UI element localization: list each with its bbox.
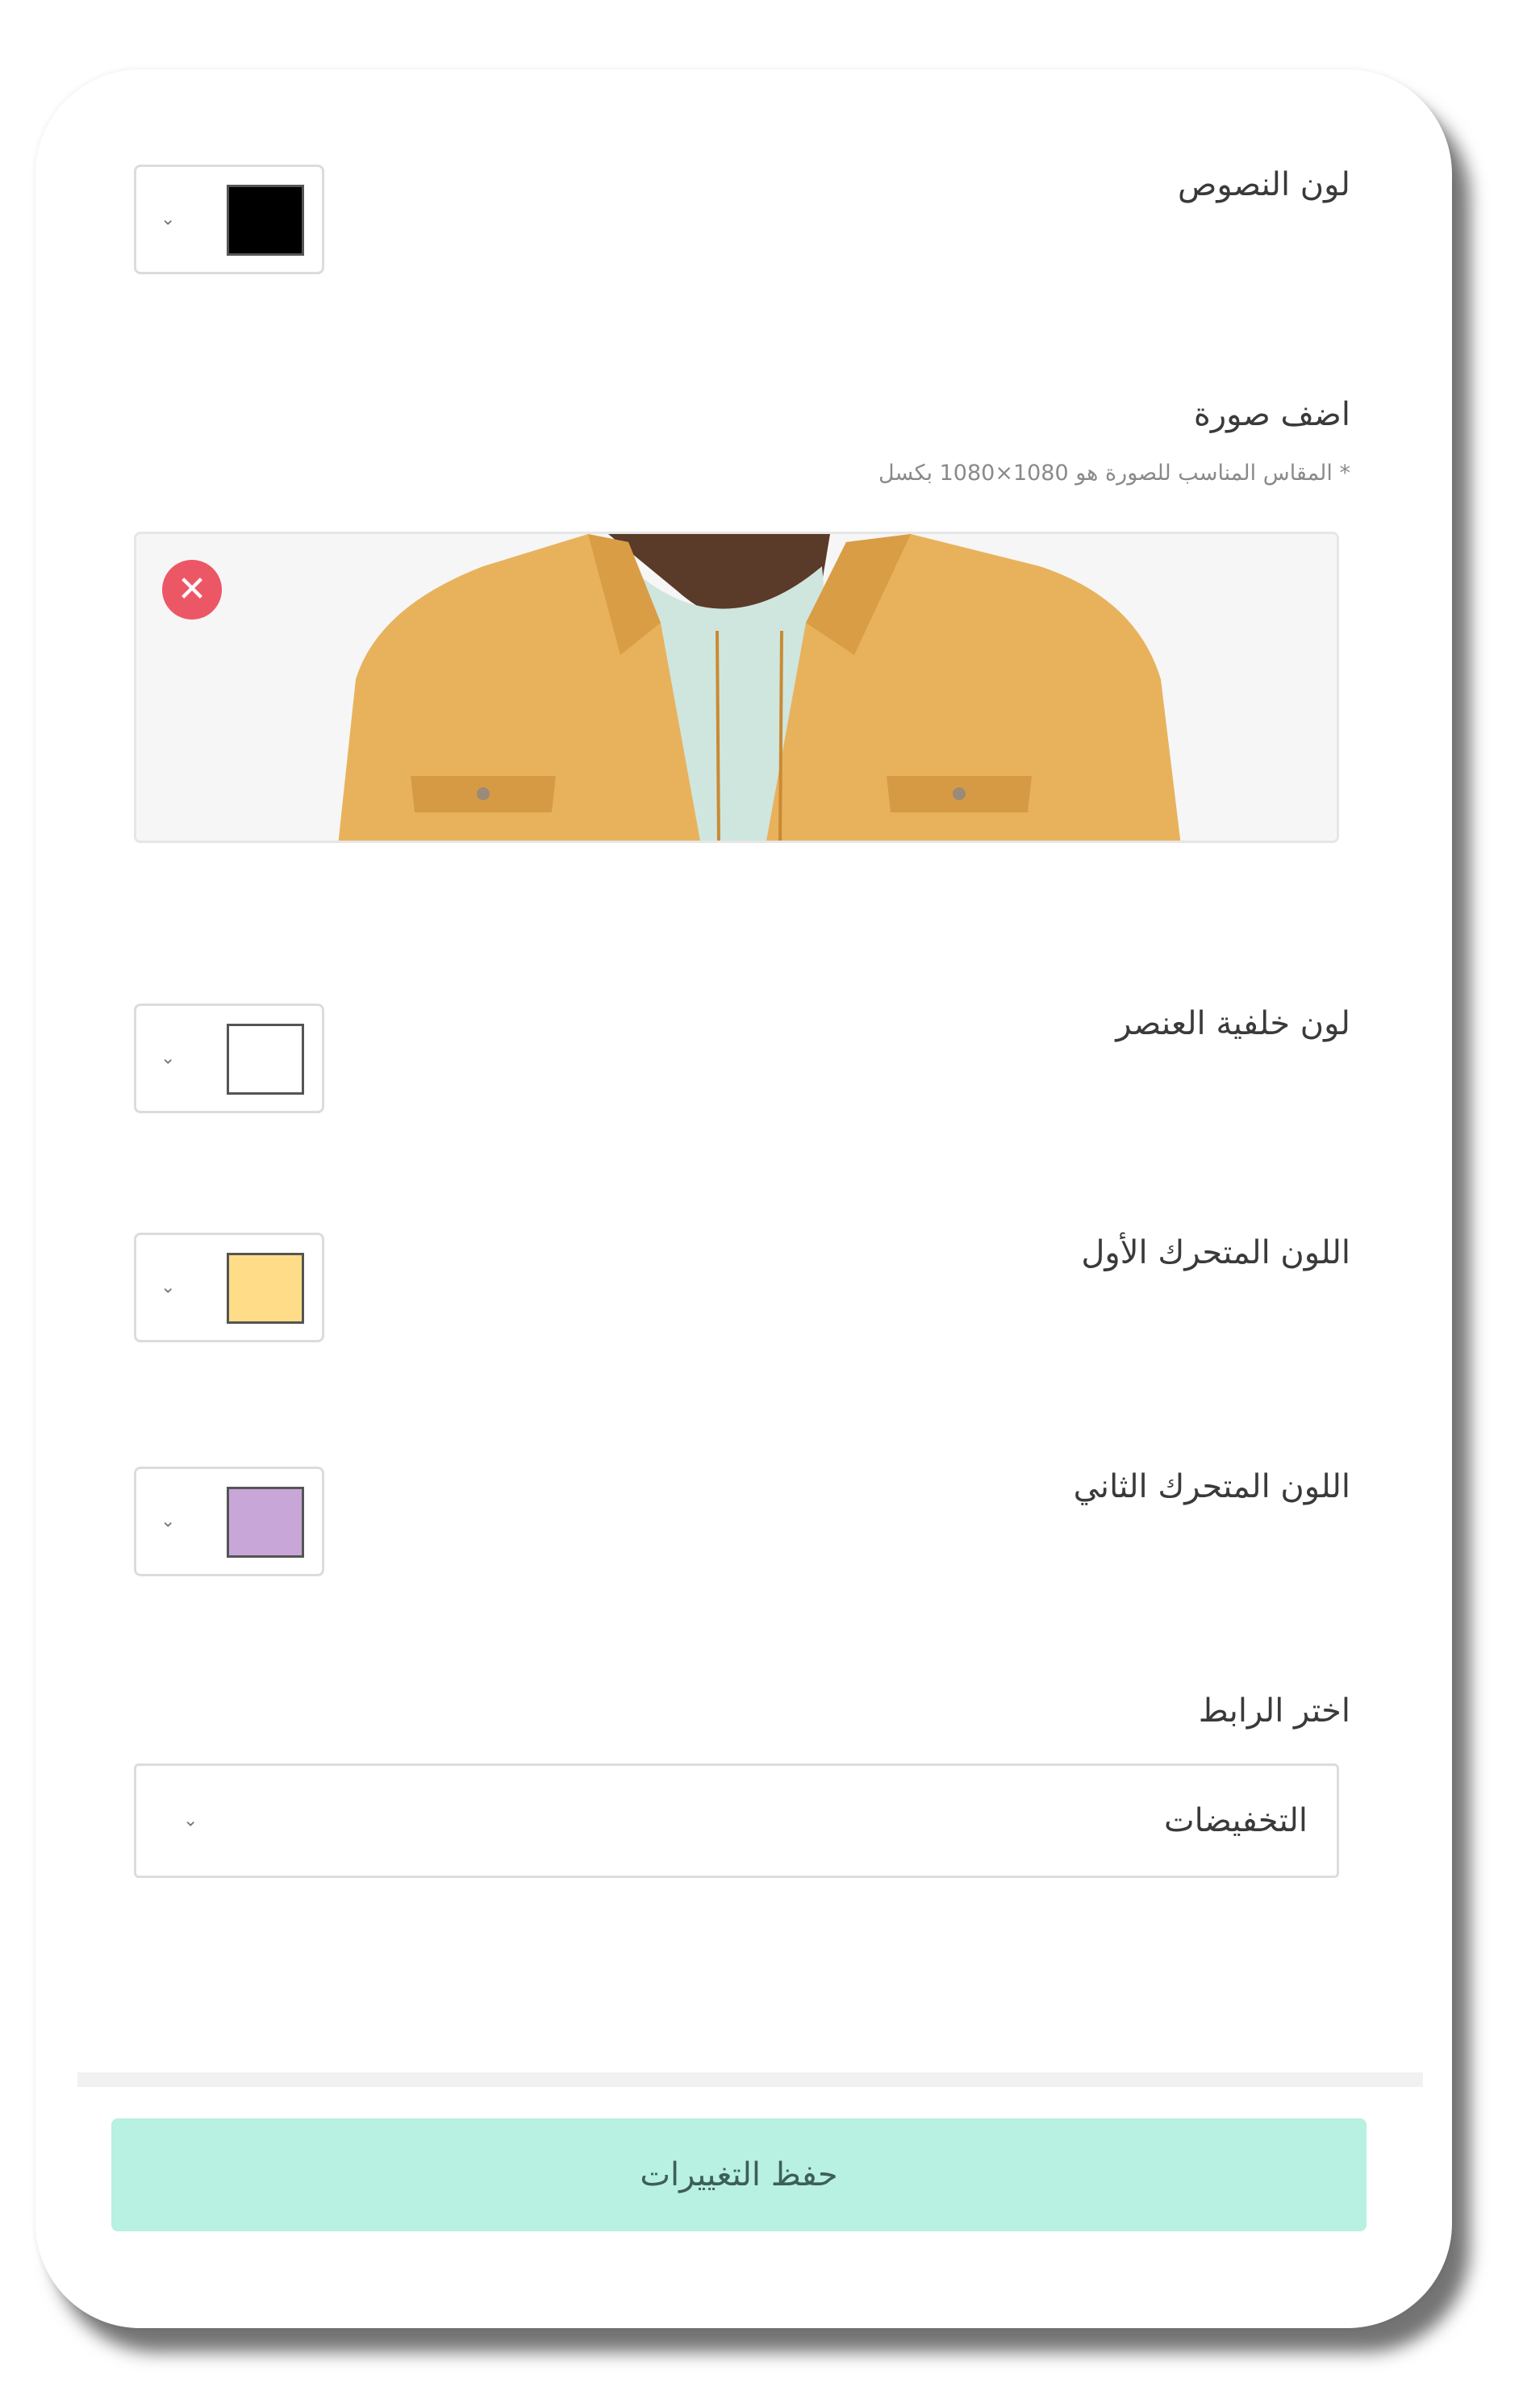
chevron-down-icon: ⌄: [183, 1810, 198, 1831]
jacket-photo: [136, 534, 1337, 841]
chevron-down-icon: ⌄: [161, 1511, 176, 1532]
animated-color-first-label: اللون المتحرك الأول: [1081, 1234, 1350, 1271]
link-select[interactable]: ⌄ التخفيضات: [134, 1763, 1339, 1878]
image-size-hint: * المقاس المناسب للصورة هو 1080×1080 بكس…: [878, 461, 1350, 486]
animated-color-first-swatch: [227, 1253, 304, 1324]
text-color-picker[interactable]: ⌄: [134, 165, 324, 274]
link-selected-value: التخفيضات: [1163, 1802, 1308, 1839]
animated-color-second-picker[interactable]: ⌄: [134, 1467, 324, 1576]
chevron-down-icon: ⌄: [161, 1048, 176, 1069]
link-select-label: اختر الرابط: [1198, 1692, 1350, 1730]
chevron-down-icon: ⌄: [161, 1277, 176, 1298]
text-color-label: لون النصوص: [1177, 166, 1350, 203]
background-color-swatch: [227, 1024, 304, 1095]
animated-color-first-picker[interactable]: ⌄: [134, 1233, 324, 1342]
save-changes-button[interactable]: حفظ التغييرات: [111, 2118, 1367, 2231]
animated-color-second-label: اللون المتحرك الثاني: [1073, 1468, 1350, 1505]
background-color-picker[interactable]: ⌄: [134, 1004, 324, 1113]
footer-divider: [77, 2072, 1423, 2087]
animated-color-second-swatch: [227, 1487, 304, 1558]
chevron-down-icon: ⌄: [161, 209, 176, 230]
image-preview[interactable]: ✕: [134, 532, 1339, 843]
text-color-swatch: [227, 185, 304, 256]
remove-image-button[interactable]: ✕: [162, 560, 222, 620]
background-color-label: لون خلفية العنصر: [1116, 1005, 1350, 1042]
add-image-label: اضف صورة: [1193, 396, 1350, 433]
settings-panel: لون النصوص ⌄ اضف صورة * المقاس المناسب ل…: [35, 69, 1452, 2328]
